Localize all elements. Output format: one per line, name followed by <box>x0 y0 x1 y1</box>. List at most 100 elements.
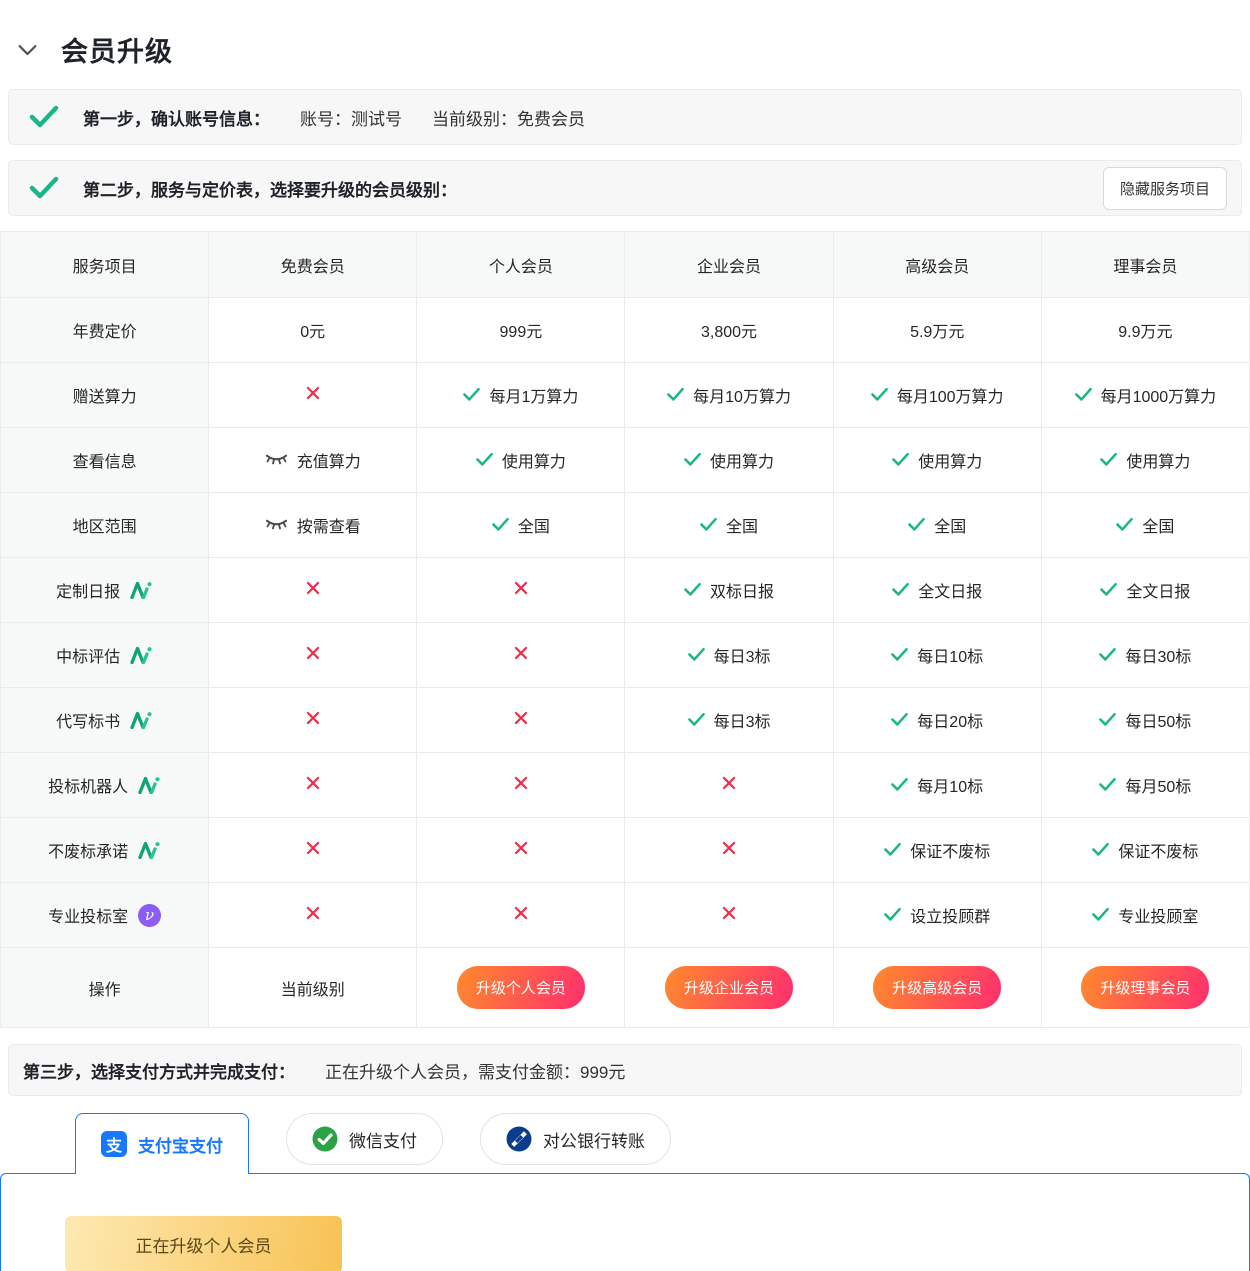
cross-icon <box>305 645 321 661</box>
table-row: 操作 当前级别 升级个人会员 升级企业会员 升级高级会员 升级理事会员 <box>1 948 1250 1028</box>
cross-icon <box>305 840 321 856</box>
table-cell: 每月1000万算力 <box>1041 363 1249 428</box>
payment-tab-label: 微信支付 <box>349 1127 417 1152</box>
table-row: 代写标书每日3标每日20标每日50标 <box>1 688 1250 753</box>
check-icon <box>1092 907 1109 922</box>
column-header: 理事会员 <box>1041 232 1249 298</box>
upgrade-button[interactable]: 升级理事会员 <box>1081 966 1209 1009</box>
table-cell <box>209 753 417 818</box>
check-icon <box>891 647 908 662</box>
check-icon <box>1099 712 1116 727</box>
table-cell: 每月10标 <box>833 753 1041 818</box>
account-info: 账号：测试号 <box>300 105 402 130</box>
cross-icon <box>305 710 321 726</box>
ai-icon <box>130 646 153 664</box>
current-level-label: 当前级别： <box>432 110 517 129</box>
table-cell: 保证不废标 <box>1041 818 1249 883</box>
table-cell <box>417 558 625 623</box>
column-header: 高级会员 <box>833 232 1041 298</box>
cell-text: 使用算力 <box>710 448 774 472</box>
hide-services-button[interactable]: 隐藏服务项目 <box>1103 167 1227 210</box>
check-icon <box>891 712 908 727</box>
table-cell <box>209 558 417 623</box>
payment-tab-alipay[interactable]: 支支付宝支付 <box>75 1113 249 1174</box>
table-cell <box>625 753 833 818</box>
table-cell: 保证不废标 <box>833 818 1041 883</box>
row-label: 操作 <box>1 948 209 1028</box>
table-cell <box>417 883 625 948</box>
check-icon <box>1099 647 1116 662</box>
check-icon <box>1075 387 1092 402</box>
payment-tab-wechat[interactable]: 微信支付 <box>286 1113 443 1165</box>
payment-tab-label: 对公银行转账 <box>543 1127 645 1152</box>
cell-text: 999元 <box>500 324 543 341</box>
row-label-text: 年费定价 <box>73 318 137 342</box>
cell-text: 使用算力 <box>1126 448 1190 472</box>
check-icon <box>29 176 59 200</box>
table-row: 投标机器人每月10标每月50标 <box>1 753 1250 818</box>
row-label: 不废标承诺 <box>1 818 209 883</box>
payment-tab-bank[interactable]: 对公银行转账 <box>480 1113 671 1165</box>
cell-text: 全国 <box>934 513 966 537</box>
cell-text: 每月50标 <box>1125 773 1191 797</box>
cell-text: 双标日报 <box>710 578 774 602</box>
account-value: 测试号 <box>351 110 402 129</box>
cell-text: 全文日报 <box>918 578 982 602</box>
table-cell: 每日30标 <box>1041 623 1249 688</box>
cross-icon <box>513 580 529 596</box>
row-label-text: 代写标书 <box>56 708 120 732</box>
row-label: 专业投标室ν <box>1 883 209 948</box>
table-cell: 3,800元 <box>625 298 833 363</box>
table-cell: 全文日报 <box>1041 558 1249 623</box>
upgrade-button[interactable]: 升级高级会员 <box>873 966 1001 1009</box>
cross-icon <box>305 905 321 921</box>
cross-icon <box>305 580 321 596</box>
table-cell: 0元 <box>209 298 417 363</box>
cell-text: 每日30标 <box>1125 643 1191 667</box>
step2-box: 第二步，服务与定价表，选择要升级的会员级别： 隐藏服务项目 <box>8 160 1242 216</box>
table-row: 年费定价0元999元3,800元5.9万元9.9万元 <box>1 298 1250 363</box>
table-cell: 全国 <box>625 493 833 558</box>
cell-text: 保证不废标 <box>910 838 990 862</box>
check-icon <box>463 387 480 402</box>
table-cell: 全国 <box>417 493 625 558</box>
row-label-text: 赠送算力 <box>73 383 137 407</box>
check-icon <box>1116 517 1133 532</box>
table-cell <box>209 363 417 428</box>
table-cell: 当前级别 <box>209 948 417 1028</box>
table-cell <box>417 688 625 753</box>
check-icon <box>1100 452 1117 467</box>
table-cell: 每日3标 <box>625 623 833 688</box>
cell-text: 当前级别 <box>281 982 345 999</box>
payment-amount: 999元 <box>580 1063 625 1082</box>
table-cell: 999元 <box>417 298 625 363</box>
column-header: 企业会员 <box>625 232 833 298</box>
chevron-down-icon[interactable] <box>14 36 41 63</box>
check-icon <box>1099 777 1116 792</box>
cell-text: 9.9万元 <box>1118 324 1172 341</box>
step1-box: 第一步，确认账号信息： 账号：测试号 当前级别：免费会员 <box>8 89 1242 145</box>
cell-text: 每月10万算力 <box>693 383 791 407</box>
row-label: 年费定价 <box>1 298 209 363</box>
table-cell <box>417 753 625 818</box>
row-label: 查看信息 <box>1 428 209 493</box>
check-icon <box>1092 842 1109 857</box>
cross-icon <box>513 775 529 791</box>
table-cell <box>417 818 625 883</box>
cell-text: 每日3标 <box>714 643 771 667</box>
payment-info-text: 正在升级个人会员，需支付金额： <box>325 1063 580 1082</box>
page-header: 会员升级 <box>0 0 1250 89</box>
row-label-text: 专业投标室 <box>48 903 128 927</box>
table-row: 查看信息充值算力使用算力使用算力使用算力使用算力 <box>1 428 1250 493</box>
table-cell: 充值算力 <box>209 428 417 493</box>
cell-text: 设立投顾群 <box>910 903 990 927</box>
table-cell: 每日3标 <box>625 688 833 753</box>
check-icon <box>667 387 684 402</box>
alipay-icon: 支 <box>101 1131 127 1157</box>
eye-closed-icon <box>265 517 288 532</box>
table-cell <box>209 883 417 948</box>
upgrade-button[interactable]: 升级企业会员 <box>665 966 793 1009</box>
cross-icon <box>721 905 737 921</box>
upgrade-button[interactable]: 升级个人会员 <box>457 966 585 1009</box>
table-cell: 9.9万元 <box>1041 298 1249 363</box>
